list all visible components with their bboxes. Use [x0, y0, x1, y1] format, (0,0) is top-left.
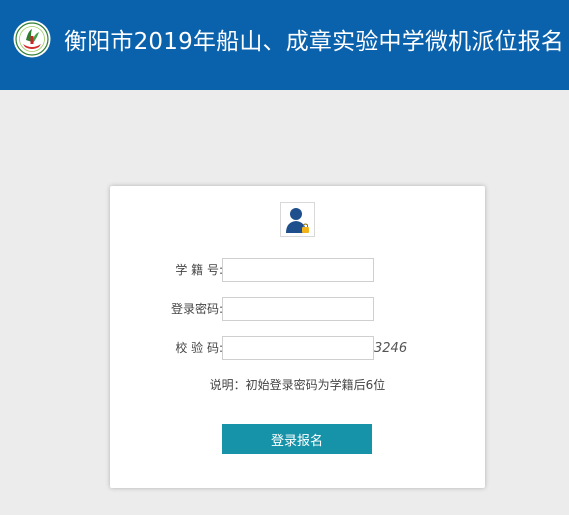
user-avatar-icon: [280, 202, 315, 237]
captcha-input[interactable]: [222, 336, 374, 360]
password-row: 登录密码:: [110, 297, 485, 321]
student-id-label: 学 籍 号:: [175, 263, 223, 277]
student-id-input[interactable]: [222, 258, 374, 282]
captcha-label: 校 验 码:: [175, 341, 223, 355]
student-id-row: 学 籍 号:: [110, 258, 485, 282]
login-note: 说明：初始登录密码为学籍后6位: [209, 378, 386, 392]
password-label: 登录密码:: [170, 302, 223, 316]
password-input[interactable]: [222, 297, 374, 321]
login-card: 学 籍 号: 登录密码: 校 验 码: 3246 说明：初始登录密码为学籍后6位…: [110, 186, 485, 488]
captcha-image[interactable]: 3246: [374, 338, 407, 360]
school-emblem-icon: [13, 20, 51, 58]
site-header: 衡阳市2019年船山、成章实验中学微机派位报名: [0, 0, 569, 90]
login-submit-button[interactable]: 登录报名: [222, 424, 372, 454]
page-title: 衡阳市2019年船山、成章实验中学微机派位报名: [64, 29, 565, 55]
captcha-row: 校 验 码: 3246: [110, 336, 485, 360]
